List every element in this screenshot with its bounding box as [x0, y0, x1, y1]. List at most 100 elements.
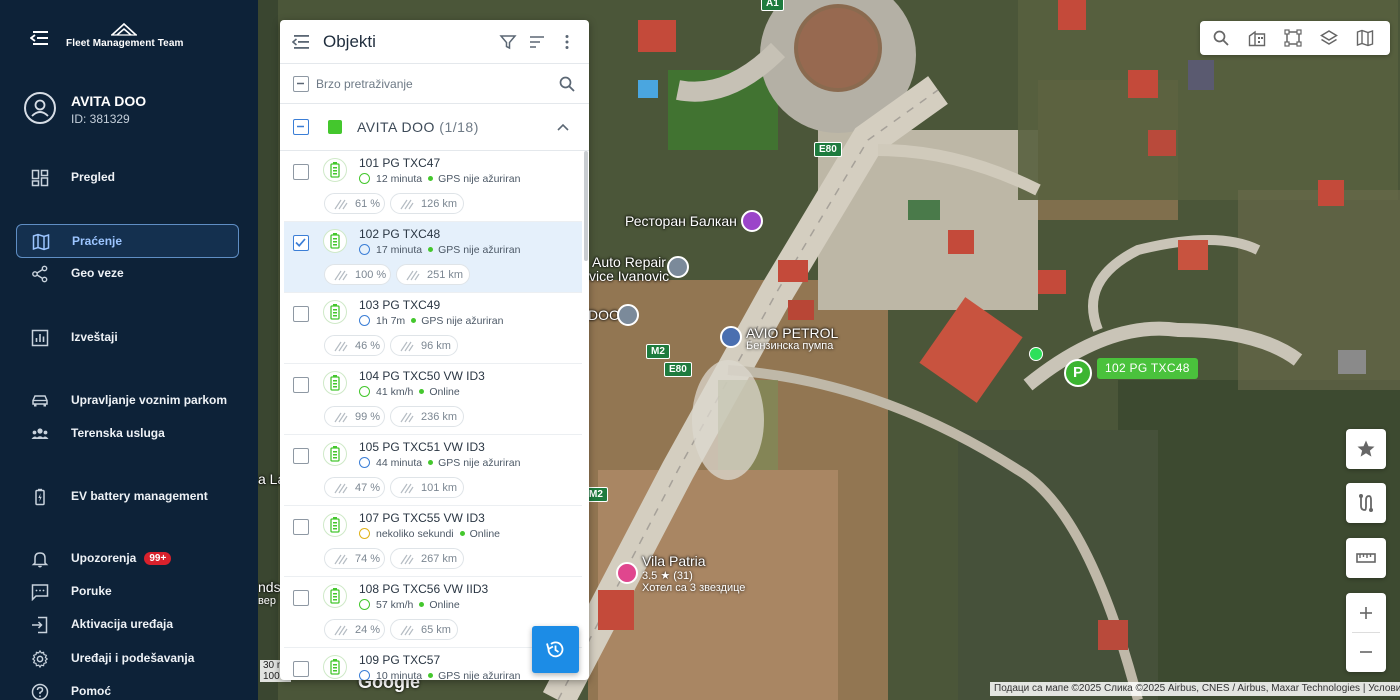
nav-label-pracenje: Praćenje [72, 234, 123, 248]
battery-value: 24 % [355, 624, 381, 636]
parking-icon [359, 244, 370, 255]
vehicle-checkbox[interactable] [293, 590, 309, 606]
nav-item-pomoc[interactable]: Pomoć [16, 675, 239, 700]
status-dot [428, 247, 434, 252]
group-checkbox[interactable] [293, 119, 309, 135]
list-scrollbar[interactable] [584, 151, 588, 261]
vehicle-marker[interactable]: P [1064, 359, 1092, 387]
nav-item-upozorenja[interactable]: Upozorenja 99+ [16, 542, 239, 576]
vehicle-row[interactable]: 105 PG TXC51 VW ID3 44 minuta GPS nije až… [284, 435, 582, 506]
search-input[interactable] [316, 73, 546, 95]
history-icon [546, 641, 564, 658]
panel-collapse-icon[interactable] [292, 34, 310, 50]
map-label-restoran: Ресторан Балкан [625, 213, 737, 229]
map-label-edge-2: nds [258, 579, 281, 595]
buildings-icon[interactable] [1248, 29, 1266, 47]
group-color-swatch [328, 120, 342, 134]
nav-item-pregled[interactable]: Pregled [16, 161, 239, 195]
bell-icon [31, 552, 49, 568]
vehicle-marker-label[interactable]: 102 PG TXC48 [1097, 358, 1198, 379]
vehicle-status: 57 km/h Online [359, 599, 460, 613]
layers-icon[interactable] [1320, 29, 1338, 47]
nav-item-geo-veze[interactable]: Geo veze [16, 257, 239, 291]
vehicle-row[interactable]: 103 PG TXC49 1h 7m GPS nije ažuriran 46 %… [284, 293, 582, 364]
vehicle-row[interactable]: 107 PG TXC55 VW ID3 nekoliko sekundi Onli… [284, 506, 582, 577]
nav-item-poruke[interactable]: Poruke [16, 575, 239, 609]
nav-item-izvestaji[interactable]: Izveštaji [16, 321, 239, 355]
battery-value: 74 % [355, 553, 381, 565]
nav-item-aktivacija[interactable]: Aktivacija uređaja [16, 608, 239, 642]
doo-poi-icon[interactable] [617, 304, 639, 326]
search-icon[interactable] [558, 75, 576, 93]
vehicle-checkbox[interactable] [293, 377, 309, 393]
sort-icon[interactable] [528, 33, 546, 51]
nav-label-pregled: Pregled [71, 170, 116, 184]
range-pill: 65 km [390, 619, 458, 640]
group-header[interactable]: AVITA DOO (1/18) [280, 104, 589, 151]
measure-button[interactable] [1346, 538, 1386, 578]
ev-vehicle-icon [323, 655, 347, 679]
favorites-button[interactable] [1346, 429, 1386, 469]
vehicle-checkbox[interactable] [293, 306, 309, 322]
select-all-checkbox[interactable] [293, 76, 309, 92]
nav-item-pracenje[interactable]: Praćenje [16, 224, 239, 258]
status-dot [428, 176, 434, 181]
map-label-auto-repair-2: vice Ivanovic [589, 268, 670, 284]
road-shield-e80-b: E80 [664, 362, 692, 377]
status-dot [419, 389, 425, 394]
vehicle-gps-status: Online [429, 386, 460, 398]
vehicle-gps-status: GPS nije ažuriran [438, 244, 521, 256]
status-dot [459, 531, 465, 536]
vehicle-checkbox[interactable] [293, 164, 309, 180]
battery-value: 99 % [355, 411, 381, 423]
vehicle-checkbox[interactable] [293, 661, 309, 677]
status-dot [428, 460, 434, 465]
vehicle-row[interactable]: 101 PG TXC47 12 minuta GPS nije ažuriran … [284, 151, 582, 222]
logo[interactable]: Fleet Management Team [66, 22, 183, 56]
range-icon [400, 341, 414, 352]
hotel-poi-icon[interactable] [616, 562, 638, 584]
panel-title: Objekti [323, 32, 376, 51]
road-shield-m2-a: M2 [646, 344, 670, 359]
nav-item-uredjaji[interactable]: Uređaji i podešavanja [16, 642, 239, 676]
more-options-icon[interactable] [558, 33, 576, 51]
vehicle-status: 10 minuta GPS nije ažuriran [359, 670, 520, 680]
vehicle-status-time: 17 minuta [376, 244, 423, 256]
vehicle-checkbox[interactable] [293, 235, 309, 251]
restaurant-poi-icon[interactable] [741, 210, 763, 232]
polygon-icon[interactable] [1284, 29, 1302, 47]
ev-battery-icon [330, 446, 340, 462]
filter-icon[interactable] [499, 33, 517, 51]
gas-station-poi-icon[interactable] [720, 326, 742, 348]
nav-item-terenska[interactable]: Terenska usluga [16, 417, 239, 451]
account-info[interactable]: AVITA DOO ID: 381329 [24, 92, 244, 132]
map-attribution[interactable]: Подаци са мапе ©2025 Слика ©2025 Airbus,… [990, 682, 1400, 696]
map-type-icon[interactable] [1356, 29, 1374, 47]
nav-label-pomoc: Pomoć [71, 684, 112, 698]
search-icon[interactable] [1212, 29, 1230, 47]
battery-icon [35, 488, 45, 506]
charge-icon [334, 341, 348, 352]
nav-item-upravljanje[interactable]: Upravljanje voznim parkom [16, 384, 239, 418]
vehicle-row[interactable]: 102 PG TXC48 17 minuta GPS nije ažuriran … [284, 222, 582, 293]
history-button[interactable] [532, 626, 579, 673]
vehicle-status-time: nekoliko sekundi [376, 528, 454, 540]
ignition-icon [359, 173, 370, 184]
vehicle-row[interactable]: 104 PG TXC50 VW ID3 41 km/h Online 99 % 2… [284, 364, 582, 435]
route-button[interactable] [1346, 483, 1386, 523]
chevron-up-icon[interactable] [556, 122, 570, 132]
battery-pill: 24 % [324, 619, 385, 640]
range-value: 101 km [421, 482, 458, 494]
menu-collapse-icon[interactable] [30, 30, 50, 46]
range-icon [400, 554, 414, 565]
vehicle-status-time: 1h 7m [376, 315, 406, 327]
zoom-in-icon[interactable] [1356, 603, 1376, 623]
nav-label-upravljanje: Upravljanje voznim parkom [71, 393, 228, 407]
vehicle-name: 102 PG TXC48 [359, 227, 441, 241]
auto-repair-poi-icon[interactable] [667, 256, 689, 278]
vehicle-checkbox[interactable] [293, 519, 309, 535]
vehicle-checkbox[interactable] [293, 448, 309, 464]
nav-item-ev[interactable]: EV battery management [16, 480, 239, 514]
zoom-out-icon[interactable] [1356, 642, 1376, 662]
star-icon [1357, 440, 1375, 457]
